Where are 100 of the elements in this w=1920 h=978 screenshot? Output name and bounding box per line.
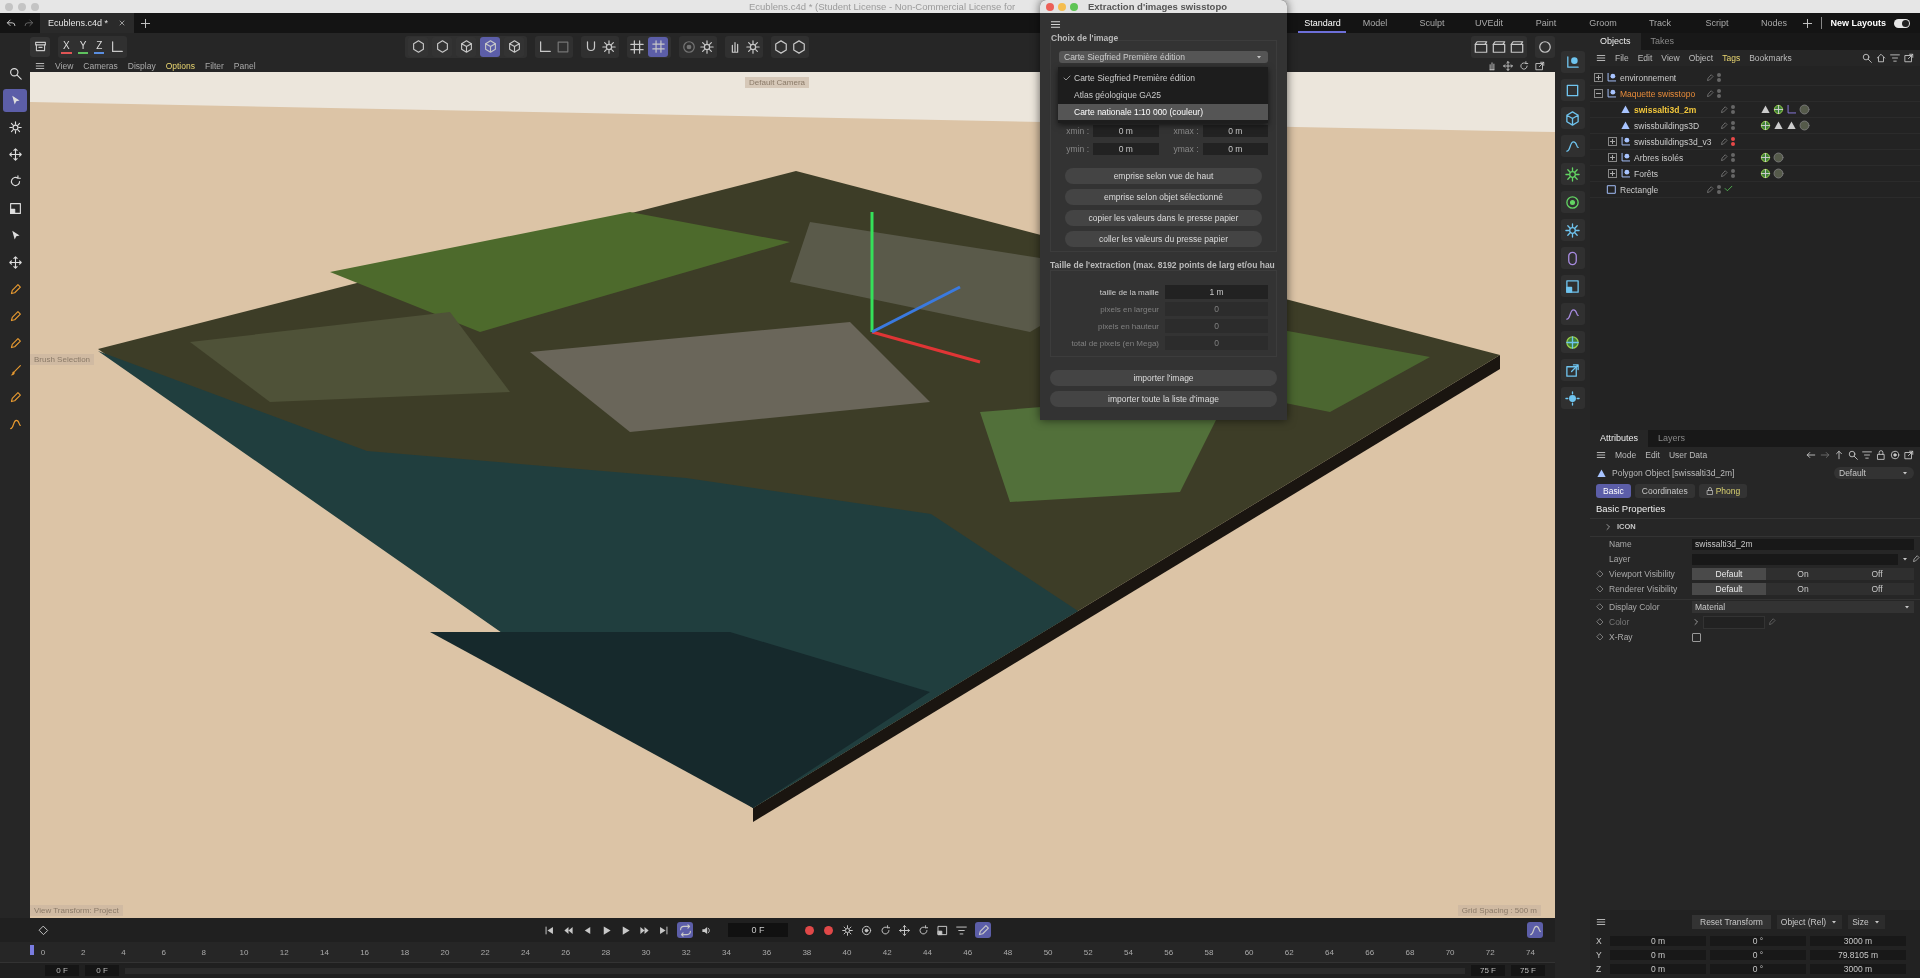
coordinate-field[interactable]: 0 ° <box>1710 964 1806 974</box>
keyframe-icon[interactable] <box>38 924 49 936</box>
window-icon[interactable] <box>1565 362 1580 378</box>
start-frame-field[interactable]: 0 F <box>45 965 79 976</box>
layout-tab[interactable]: Groom <box>1574 13 1632 33</box>
expand-toggle[interactable] <box>1594 89 1603 98</box>
coordinate-field[interactable]: 0 m <box>1610 936 1706 946</box>
axis-icon[interactable] <box>1565 54 1580 70</box>
window-icon[interactable] <box>1904 53 1914 63</box>
attribute-tab[interactable]: Basic <box>1596 484 1631 498</box>
menu-item[interactable]: Edit <box>1637 53 1653 63</box>
segment-option[interactable]: Off <box>1840 583 1914 595</box>
axis-toggle[interactable]: Y <box>77 39 89 54</box>
square-icon[interactable] <box>1565 82 1580 98</box>
pen-icon[interactable] <box>976 923 990 937</box>
layout-tab[interactable]: Nodes <box>1745 13 1803 33</box>
expand-toggle[interactable] <box>1594 73 1603 82</box>
bound-field[interactable]: 0 m <box>1093 125 1159 137</box>
film-icon[interactable] <box>1474 39 1488 54</box>
layout-tab[interactable]: UVEdit <box>1460 13 1518 33</box>
filter-icon[interactable] <box>1890 53 1900 63</box>
menu-item[interactable]: Tags <box>1722 53 1741 63</box>
grid-snap-button[interactable] <box>648 36 669 57</box>
coordinate-field[interactable]: 3000 m <box>1810 936 1906 946</box>
cube-icon[interactable] <box>1565 110 1580 126</box>
next-key-icon[interactable] <box>639 924 650 936</box>
record-icon[interactable] <box>823 924 834 936</box>
window-icon[interactable] <box>1904 450 1914 460</box>
object-name[interactable]: swissbuildings3d_v3 <box>1634 136 1712 147</box>
object-name[interactable]: Forêts <box>1634 168 1659 179</box>
globe-icon[interactable] <box>1760 152 1771 163</box>
menu-item[interactable]: View <box>55 61 74 71</box>
move-icon[interactable] <box>899 924 910 936</box>
visibility-dots[interactable] <box>1731 137 1735 146</box>
window-icon[interactable] <box>1535 61 1545 71</box>
coordinate-field[interactable]: 0 m <box>1610 950 1706 960</box>
menu-icon[interactable] <box>1596 450 1606 460</box>
undo-icon[interactable] <box>6 17 17 29</box>
loop-icon[interactable] <box>678 923 692 937</box>
layout-tab[interactable]: Sculpt <box>1403 13 1461 33</box>
visibility-dots[interactable] <box>1717 185 1721 194</box>
menu-item[interactable]: Object <box>1688 53 1714 63</box>
dropdown-option[interactable]: Carte nationale 1:10 000 (couleur) <box>1058 104 1268 120</box>
segment-option[interactable]: Off <box>1840 568 1914 580</box>
segment-option[interactable]: Default <box>1692 568 1766 580</box>
expand-toggle[interactable] <box>1608 169 1617 178</box>
panel-tab[interactable]: Takes <box>1640 33 1685 50</box>
close-button[interactable] <box>1046 2 1054 11</box>
image-dropdown[interactable]: Carte Siegfried Première édition <box>1059 51 1268 63</box>
visibility-dots[interactable] <box>1731 169 1735 178</box>
name-field[interactable]: swissalti3d_2m <box>1692 538 1914 550</box>
archive-icon[interactable] <box>33 40 47 53</box>
dialog-button[interactable]: emprise selon objet sélectionné <box>1065 189 1262 205</box>
target-icon[interactable] <box>861 924 872 936</box>
mode-dropdown[interactable]: Default <box>1834 467 1914 479</box>
menu-item[interactable]: File <box>1615 53 1629 63</box>
mode-dropdown[interactable]: Size <box>1848 915 1885 929</box>
gear-icon[interactable] <box>1565 166 1580 182</box>
triangle-icon[interactable] <box>1786 120 1797 131</box>
dialog-button[interactable]: emprise selon vue de haut <box>1065 168 1262 184</box>
coordinate-field[interactable]: 0 ° <box>1710 950 1806 960</box>
filter-icon[interactable] <box>956 924 967 936</box>
triangle-icon[interactable] <box>1760 104 1771 115</box>
menu-item[interactable]: Cameras <box>83 61 118 71</box>
bound-field[interactable]: 0 m <box>1202 125 1268 137</box>
menu-item[interactable]: Edit <box>1645 450 1660 460</box>
axis-toggle[interactable]: Z <box>94 39 105 54</box>
lock-icon[interactable] <box>1876 450 1886 460</box>
menu-item[interactable]: Display <box>127 61 156 71</box>
layout-tab[interactable]: Paint <box>1517 13 1575 33</box>
grid-icon[interactable] <box>630 39 645 54</box>
caret-icon[interactable] <box>1901 555 1909 563</box>
curve-icon[interactable] <box>1565 138 1580 154</box>
checkbox[interactable] <box>1692 632 1701 642</box>
segment-option[interactable]: Default <box>1692 583 1766 595</box>
globe-icon[interactable] <box>1760 120 1771 131</box>
eyedropper-icon[interactable] <box>1912 555 1920 563</box>
toggle-switch[interactable] <box>1894 18 1910 28</box>
settings-icon[interactable] <box>602 39 617 54</box>
import-button[interactable]: importer l'image <box>1050 370 1277 386</box>
reset-transform-button[interactable]: Reset Transform <box>1692 915 1771 929</box>
gear-icon[interactable] <box>1565 222 1580 238</box>
dropdown-option[interactable]: Carte Siegfried Première édition <box>1058 70 1268 86</box>
coordinate-icon[interactable] <box>110 39 125 54</box>
hexagon-icon[interactable] <box>792 39 807 54</box>
dropdown-option[interactable]: Atlas géologique GA25 <box>1058 87 1268 103</box>
globe-icon[interactable] <box>1773 104 1784 115</box>
layout-tab[interactable]: Model <box>1346 13 1404 33</box>
scale-icon[interactable] <box>937 924 948 936</box>
menu-icon[interactable] <box>1050 19 1061 30</box>
skip-end-icon[interactable] <box>658 924 669 936</box>
mode-button[interactable] <box>480 36 501 57</box>
object-name[interactable]: environnement <box>1620 72 1677 83</box>
segment-option[interactable]: On <box>1766 583 1840 595</box>
menu-item[interactable]: Options <box>165 61 195 71</box>
min-frame-field[interactable]: 0 F <box>85 965 119 976</box>
redo-icon[interactable] <box>23 17 34 29</box>
search-icon[interactable] <box>1862 53 1872 63</box>
coordinate-field[interactable]: 79.8105 m <box>1810 950 1906 960</box>
attribute-tab[interactable]: Phong <box>1698 484 1748 498</box>
